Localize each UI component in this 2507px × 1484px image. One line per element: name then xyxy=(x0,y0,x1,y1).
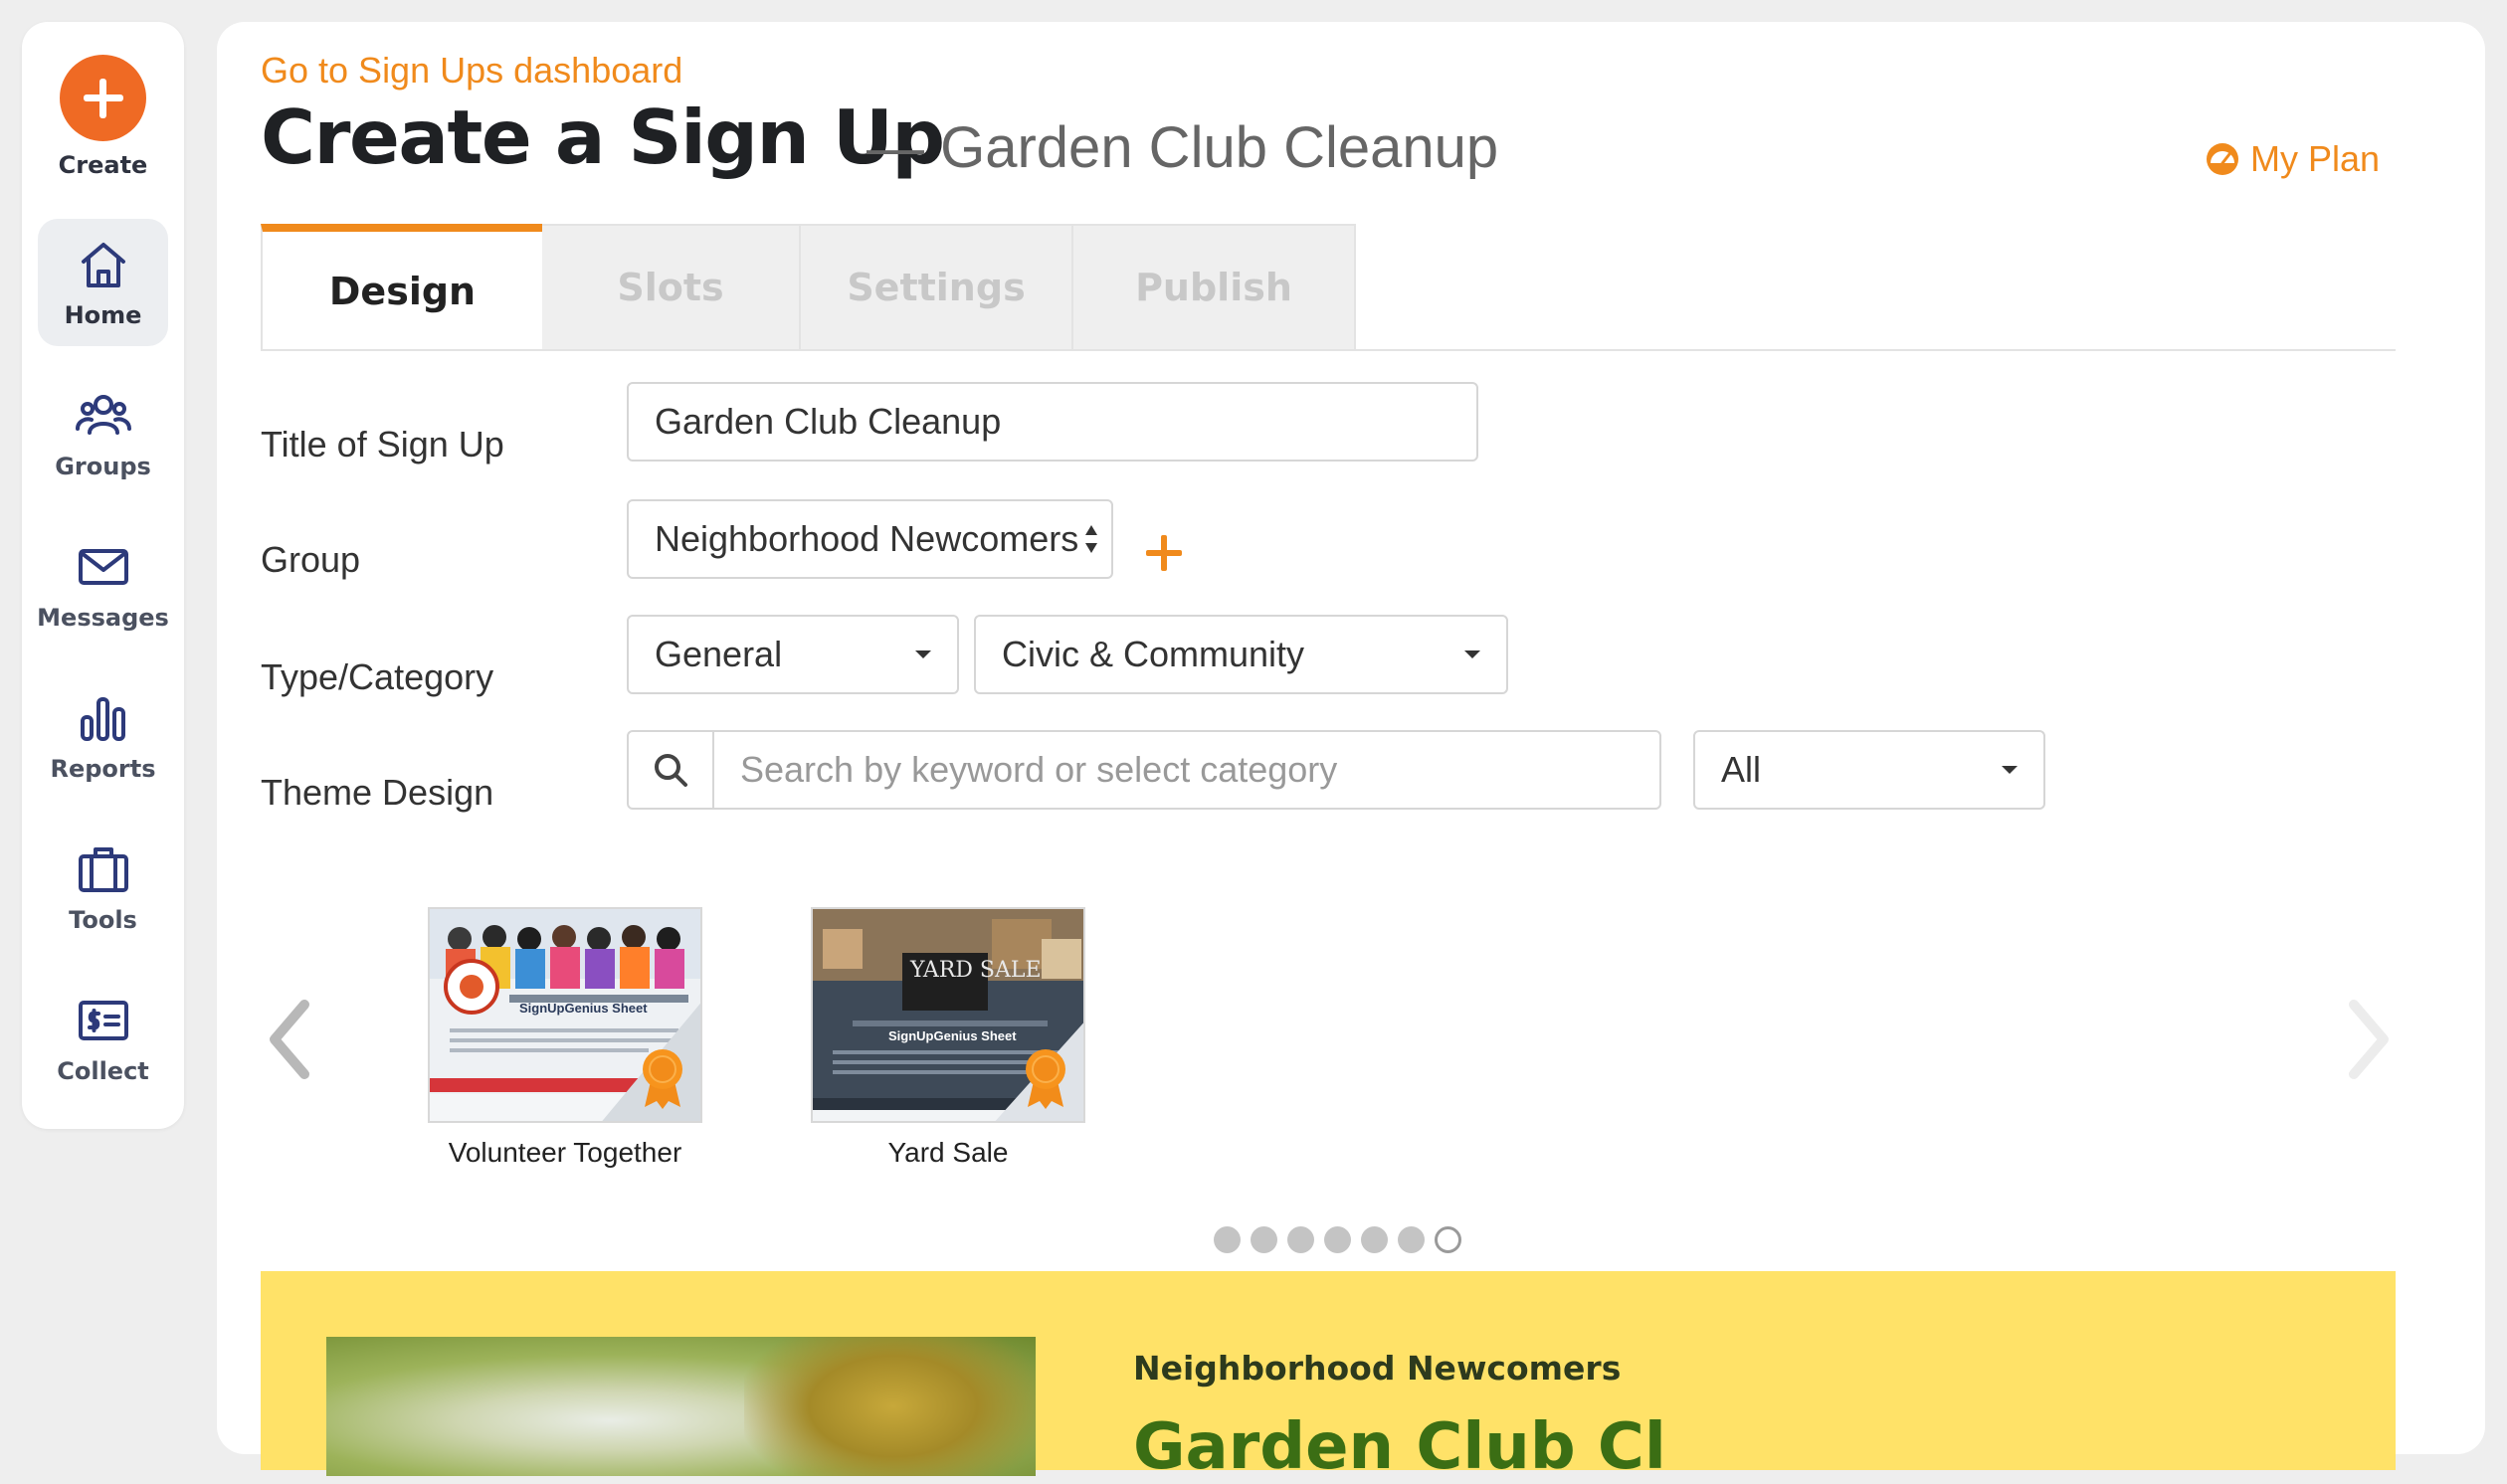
caret-down-icon xyxy=(2002,766,2018,774)
chevron-left-icon xyxy=(270,1000,309,1079)
type-select[interactable]: General xyxy=(627,615,959,694)
sidebar-item-tools[interactable]: Tools xyxy=(38,824,168,951)
dollar-card-icon xyxy=(75,992,132,1049)
signup-preview: Neighborhood Newcomers Garden Club Cl xyxy=(261,1271,2396,1484)
theme-search xyxy=(627,730,1661,810)
theme-thumbnail: YARD SALE SignUpGenius Sheet xyxy=(811,907,1085,1123)
caret-down-icon xyxy=(915,650,931,658)
home-icon xyxy=(75,236,132,293)
carousel-dot[interactable] xyxy=(1361,1226,1388,1253)
my-plan-link[interactable]: My Plan xyxy=(2205,138,2380,180)
my-plan-label: My Plan xyxy=(2250,138,2381,179)
thumb-banner-text: YARD SALE xyxy=(909,958,1042,983)
title-input-value: Garden Club Cleanup xyxy=(655,401,1002,442)
category-select-value: Civic & Community xyxy=(1002,634,1305,674)
title-label: Title of Sign Up xyxy=(261,424,504,464)
wizard-tabs: Design Slots Settings Publish xyxy=(261,224,1356,351)
carousel-pagination xyxy=(1214,1226,1461,1253)
briefcase-icon xyxy=(75,840,132,898)
sidebar-item-label: Collect xyxy=(57,1057,149,1085)
sidebar-item-label: Tools xyxy=(69,906,137,934)
carousel-dot-current[interactable] xyxy=(1435,1226,1461,1253)
tab-publish[interactable]: Publish xyxy=(1073,224,1356,351)
sidebar-item-label: Groups xyxy=(55,453,151,480)
search-icon xyxy=(655,754,687,787)
search-button[interactable] xyxy=(629,732,714,808)
envelope-icon xyxy=(75,538,132,596)
sidebar-item-label: Home xyxy=(64,301,142,329)
theme-thumbnail: SignUpGenius Sheet xyxy=(428,907,702,1123)
sidebar-item-collect[interactable]: Collect xyxy=(38,975,168,1102)
sidebar-item-home[interactable]: Home xyxy=(38,219,168,346)
sidebar: Create Home Groups Messages Reports Tool… xyxy=(22,22,184,1129)
thumb-sheet-title: SignUpGenius Sheet xyxy=(519,1001,648,1016)
group-select-value: Neighborhood Newcomers xyxy=(655,518,1079,559)
title-input[interactable]: Garden Club Cleanup xyxy=(627,382,1478,462)
tab-settings[interactable]: Settings xyxy=(801,224,1073,351)
sidebar-item-label: Reports xyxy=(50,755,156,783)
page-subtitle: — Garden Club Cleanup xyxy=(867,115,1499,180)
back-to-dashboard-link[interactable]: Go to Sign Ups dashboard xyxy=(261,50,682,92)
theme-name: Yard Sale xyxy=(887,1137,1009,1168)
carousel-prev-button[interactable] xyxy=(265,995,314,1084)
group-select[interactable]: Neighborhood Newcomers xyxy=(627,499,1113,579)
updown-arrows-icon xyxy=(1085,525,1097,553)
sidebar-item-reports[interactable]: Reports xyxy=(38,672,168,800)
bar-chart-icon xyxy=(75,689,132,747)
theme-filter-select[interactable]: All xyxy=(1693,730,2045,810)
group-label: Group xyxy=(261,539,361,580)
theme-card-volunteer-together[interactable]: SignUpGenius Sheet Volunteer Together xyxy=(428,907,702,1169)
carousel-dot[interactable] xyxy=(1287,1226,1314,1253)
create-button[interactable]: Create xyxy=(22,55,184,179)
carousel-next-button[interactable] xyxy=(2344,995,2394,1084)
caret-down-icon xyxy=(1464,650,1480,658)
theme-card-yard-sale[interactable]: YARD SALE SignUpGenius Sheet Yard Sale xyxy=(811,907,1085,1169)
sidebar-item-messages[interactable]: Messages xyxy=(37,521,169,649)
thumb-sheet-title: SignUpGenius Sheet xyxy=(888,1028,1017,1043)
theme-search-input[interactable] xyxy=(714,732,1659,808)
theme-filter-value: All xyxy=(1721,749,1762,790)
type-category-label: Type/Category xyxy=(261,656,494,697)
premium-badge-icon xyxy=(643,1049,682,1109)
add-group-button[interactable] xyxy=(1146,535,1182,571)
preview-group-name: Neighborhood Newcomers xyxy=(1133,1349,1622,1388)
theme-design-label: Theme Design xyxy=(261,772,494,813)
page-title: Create a Sign Up xyxy=(261,93,945,181)
sidebar-item-label: Messages xyxy=(37,604,169,632)
category-select[interactable]: Civic & Community xyxy=(974,615,1508,694)
gauge-icon xyxy=(2207,143,2238,175)
preview-title: Garden Club Cl xyxy=(1133,1410,1666,1484)
groups-icon xyxy=(75,387,132,445)
type-select-value: General xyxy=(655,634,783,674)
sidebar-item-groups[interactable]: Groups xyxy=(38,370,168,497)
carousel-dot[interactable] xyxy=(1324,1226,1351,1253)
plus-icon xyxy=(60,55,146,141)
carousel-dot[interactable] xyxy=(1398,1226,1425,1253)
create-label: Create xyxy=(58,151,148,179)
theme-name: Volunteer Together xyxy=(448,1137,682,1168)
carousel-dot[interactable] xyxy=(1251,1226,1277,1253)
premium-badge-icon xyxy=(1026,1049,1065,1109)
main-panel: Go to Sign Ups dashboard Create a Sign U… xyxy=(217,22,2485,1484)
tab-design[interactable]: Design xyxy=(261,224,542,351)
tab-slots[interactable]: Slots xyxy=(542,224,801,351)
carousel-dot[interactable] xyxy=(1214,1226,1241,1253)
preview-header-image xyxy=(326,1337,1036,1476)
tabs-divider xyxy=(261,349,2396,351)
chevron-right-icon xyxy=(2349,1000,2389,1079)
